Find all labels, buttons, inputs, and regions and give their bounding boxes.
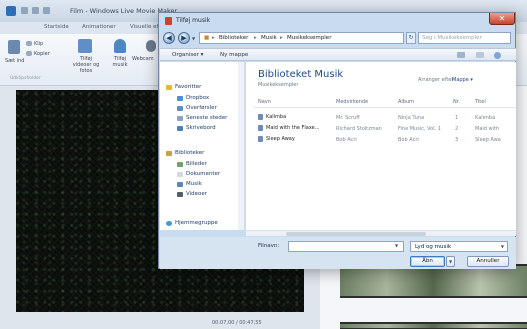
file-type-select[interactable]: Lyd og musik ▼ <box>410 241 508 252</box>
filename-label: Filnavn: <box>258 243 280 249</box>
music-file-icon <box>258 114 263 120</box>
add-videos-icon[interactable] <box>78 39 92 53</box>
music-note-icon[interactable] <box>114 39 126 53</box>
breadcrumb-music-samples[interactable]: Musikeksempler <box>287 35 331 41</box>
nav-desktop[interactable]: Skrivebord <box>177 125 216 131</box>
arrange-by-label: Arranger efter: <box>418 77 456 83</box>
navigation-bar: ◀ ▶ ▼ ■ ▸ Biblioteker ▸ Musik ▸ Musikeks… <box>163 30 511 46</box>
tab-animations[interactable]: Animationer <box>82 24 116 30</box>
nav-music[interactable]: Musik <box>177 181 202 187</box>
new-folder-button[interactable]: Ny mappe <box>220 52 248 58</box>
dialog-title: Tilføj musik <box>176 17 211 24</box>
nav-homegroup[interactable]: Hjemmegruppe <box>166 220 218 226</box>
filename-input[interactable] <box>288 241 404 252</box>
webcam-icon[interactable] <box>146 40 156 52</box>
search-input[interactable]: Søg i Musikeksempler <box>418 32 511 44</box>
add-music-dialog: Tilføj musik ✕ ◀ ▶ ▼ ■ ▸ Biblioteker ▸ M… <box>158 12 516 269</box>
organize-button[interactable]: Organiser ▾ <box>172 52 203 58</box>
column-header-artist[interactable]: Medvirkende <box>336 99 368 105</box>
downloads-icon <box>177 105 183 111</box>
forward-button[interactable]: ▶ <box>178 32 190 44</box>
column-header-album[interactable]: Album <box>398 99 414 105</box>
documents-icon <box>177 171 183 177</box>
paste-icon[interactable] <box>8 40 20 54</box>
navigation-pane: Favoritter Dropbox Overførsler Seneste s… <box>160 62 245 230</box>
desktop-icon <box>177 125 183 131</box>
paste-button[interactable]: Sæt ind <box>5 58 24 64</box>
column-header-title[interactable]: Titel <box>475 99 486 105</box>
breadcrumb-music[interactable]: Musik <box>261 35 277 41</box>
star-icon <box>166 84 172 90</box>
view-options-icon[interactable] <box>457 52 465 58</box>
nav-dropbox[interactable]: Dropbox <box>177 95 209 101</box>
dropbox-icon <box>177 95 183 101</box>
copy-icon <box>26 51 32 56</box>
nav-libraries[interactable]: Biblioteker <box>166 150 204 156</box>
music-file-icon <box>258 125 263 131</box>
nav-videos[interactable]: Videoer <box>177 191 207 197</box>
homegroup-icon <box>166 220 172 226</box>
column-header-name[interactable]: Navn <box>258 99 271 105</box>
breadcrumb-libraries[interactable]: Biblioteker <box>219 35 248 41</box>
library-title: Biblioteket Musik <box>258 69 344 80</box>
address-bar[interactable]: ■ ▸ Biblioteker ▸ Musik ▸ Musikeksempler <box>199 32 404 44</box>
open-options-dropdown[interactable]: ▼ <box>446 256 455 267</box>
storyboard-clip[interactable] <box>340 264 527 298</box>
music-file-icon <box>258 136 263 142</box>
add-music-button[interactable]: Tilføj musik <box>108 56 132 68</box>
nav-favorites[interactable]: Favoritter <box>166 84 201 90</box>
nav-documents[interactable]: Dokumenter <box>177 171 220 177</box>
column-header-track[interactable]: Nr. <box>453 99 460 105</box>
ribbon-group-label: Udklipsholder <box>10 76 41 81</box>
close-button[interactable]: ✕ <box>489 13 515 25</box>
music-icon <box>177 181 183 187</box>
back-button[interactable]: ◀ <box>163 32 175 44</box>
recent-locations-dropdown[interactable]: ▼ <box>192 36 195 41</box>
recent-places-icon <box>177 115 183 121</box>
cut-icon <box>26 41 32 46</box>
copy-button[interactable]: Kopier <box>34 51 50 57</box>
library-subtitle: Musikeksempler <box>258 82 299 88</box>
nav-recent-places[interactable]: Seneste steder <box>177 115 227 121</box>
nav-pictures[interactable]: Billeder <box>177 161 207 167</box>
dialog-footer: Filnavn: ▼ Lyd og musik ▼ Åbn ▼ Annuller <box>160 237 516 269</box>
nav-downloads[interactable]: Overførsler <box>177 105 217 111</box>
storyboard-clip[interactable] <box>340 322 527 329</box>
dialog-app-icon <box>165 17 172 25</box>
command-toolbar: Organiser ▾ Ny mappe <box>160 48 516 61</box>
file-list-pane: Biblioteket Musik Musikeksempler Arrange… <box>246 62 516 230</box>
movie-maker-logo-icon <box>6 6 16 16</box>
dialog-titlebar[interactable]: Tilføj musik ✕ <box>159 13 515 29</box>
navigation-pane-scrollbar[interactable] <box>238 62 244 230</box>
preview-pane-icon[interactable] <box>476 52 484 58</box>
time-readout: 00:07,00 / 00:47,55 <box>212 320 262 326</box>
cancel-button[interactable]: Annuller <box>467 256 509 267</box>
videos-icon <box>177 191 183 197</box>
tab-home[interactable]: Startside <box>44 24 69 30</box>
help-icon[interactable] <box>494 52 501 59</box>
chevron-down-icon: ▼ <box>500 244 504 249</box>
open-button[interactable]: Åbn <box>410 256 445 267</box>
file-list-scrollbar[interactable] <box>246 230 516 236</box>
cut-button[interactable]: Klip <box>34 41 43 47</box>
folder-icon: ■ <box>204 35 210 41</box>
add-videos-button[interactable]: Tilføj videoer og fotos <box>70 56 102 74</box>
arrange-by-dropdown[interactable]: Mappe ▾ <box>452 77 473 83</box>
pictures-icon <box>177 161 183 167</box>
filename-dropdown-icon[interactable]: ▼ <box>395 243 398 248</box>
refresh-icon[interactable]: ↻ <box>406 32 416 44</box>
libraries-icon <box>166 150 172 156</box>
quick-access-toolbar[interactable] <box>21 7 61 15</box>
webcam-button[interactable]: Webcam <box>132 56 154 62</box>
